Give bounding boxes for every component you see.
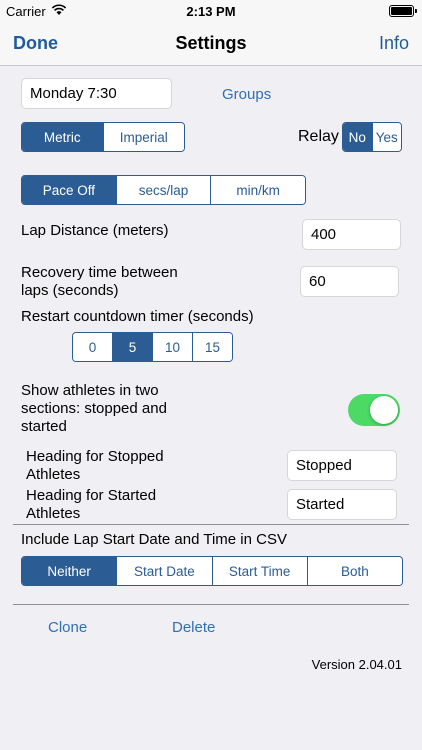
heading-started-value: Started bbox=[296, 496, 345, 513]
restart-countdown-label: Restart countdown timer (seconds) bbox=[21, 308, 254, 325]
heading-stopped-label: Heading for Stopped Athletes bbox=[26, 448, 164, 484]
pace-option-off[interactable]: Pace Off bbox=[22, 176, 116, 204]
session-name-field[interactable]: Monday 7:30 bbox=[21, 78, 172, 109]
lap-distance-label: Lap Distance (meters) bbox=[21, 222, 169, 239]
delete-button[interactable]: Delete bbox=[172, 619, 215, 636]
heading-stopped-field[interactable]: Stopped bbox=[287, 450, 397, 481]
csv-option-start-time[interactable]: Start Time bbox=[211, 557, 307, 585]
battery-icon bbox=[389, 5, 417, 17]
csv-option-neither[interactable]: Neither bbox=[22, 557, 117, 585]
restart-countdown-segmented-control: 0 5 10 15 bbox=[72, 332, 233, 362]
recovery-time-field[interactable]: 60 bbox=[300, 266, 399, 297]
info-button[interactable]: Info bbox=[379, 33, 409, 54]
pace-option-min-per-km[interactable]: min/km bbox=[210, 176, 305, 204]
relay-segmented-control: No Yes bbox=[342, 122, 402, 152]
recovery-time-label-line2: laps (seconds) bbox=[21, 282, 119, 299]
relay-label: Relay bbox=[298, 128, 339, 145]
restart-option-15[interactable]: 15 bbox=[192, 333, 232, 361]
heading-stopped-label-line1: Heading for Stopped bbox=[26, 448, 164, 465]
clone-button[interactable]: Clone bbox=[48, 619, 87, 636]
csv-option-start-date[interactable]: Start Date bbox=[116, 557, 212, 585]
recovery-time-label-line1: Recovery time between bbox=[21, 264, 178, 281]
two-sections-label-line2: sections: stopped and bbox=[21, 400, 167, 417]
heading-started-label: Heading for Started Athletes bbox=[26, 487, 156, 523]
groups-link[interactable]: Groups bbox=[222, 86, 271, 103]
recovery-time-label: Recovery time between laps (seconds) bbox=[21, 264, 178, 300]
heading-started-field[interactable]: Started bbox=[287, 489, 397, 520]
heading-started-label-line2: Athletes bbox=[26, 505, 81, 522]
status-time: 2:13 PM bbox=[186, 4, 236, 19]
csv-label: Include Lap Start Date and Time in CSV bbox=[21, 531, 287, 548]
relay-option-no[interactable]: No bbox=[343, 123, 372, 151]
units-option-imperial[interactable]: Imperial bbox=[102, 123, 184, 151]
lap-distance-field[interactable]: 400 bbox=[302, 219, 401, 250]
pace-segmented-control: Pace Off secs/lap min/km bbox=[21, 175, 306, 205]
units-option-metric[interactable]: Metric bbox=[22, 123, 103, 151]
two-sections-label-line3: started bbox=[21, 418, 67, 435]
two-sections-label-line1: Show athletes in two bbox=[21, 382, 159, 399]
relay-option-yes[interactable]: Yes bbox=[371, 123, 401, 151]
section-divider bbox=[13, 524, 409, 525]
heading-started-label-line1: Heading for Started bbox=[26, 487, 157, 504]
restart-option-0[interactable]: 0 bbox=[73, 333, 112, 361]
units-segmented-control: Metric Imperial bbox=[21, 122, 185, 152]
settings-content: Monday 7:30 Groups Metric Imperial Relay… bbox=[0, 67, 422, 750]
restart-option-10[interactable]: 10 bbox=[152, 333, 192, 361]
two-sections-toggle[interactable] bbox=[348, 394, 400, 426]
pace-option-secs-per-lap[interactable]: secs/lap bbox=[115, 176, 211, 204]
actions-divider bbox=[13, 604, 409, 605]
two-sections-label: Show athletes in two sections: stopped a… bbox=[21, 382, 167, 436]
version-label: Version 2.04.01 bbox=[311, 657, 402, 672]
session-name-value: Monday 7:30 bbox=[30, 85, 117, 102]
csv-option-both[interactable]: Both bbox=[306, 557, 402, 585]
recovery-time-value: 60 bbox=[309, 273, 326, 290]
heading-stopped-value: Stopped bbox=[296, 457, 352, 474]
toggle-knob bbox=[370, 396, 398, 424]
navigation-bar: Done Settings Info bbox=[0, 22, 422, 66]
status-bar: Carrier 2:13 PM bbox=[0, 0, 422, 22]
restart-option-5[interactable]: 5 bbox=[112, 333, 152, 361]
page-title: Settings bbox=[175, 33, 247, 53]
csv-segmented-control: Neither Start Date Start Time Both bbox=[21, 556, 403, 586]
heading-stopped-label-line2: Athletes bbox=[26, 466, 81, 483]
lap-distance-value: 400 bbox=[311, 226, 337, 243]
